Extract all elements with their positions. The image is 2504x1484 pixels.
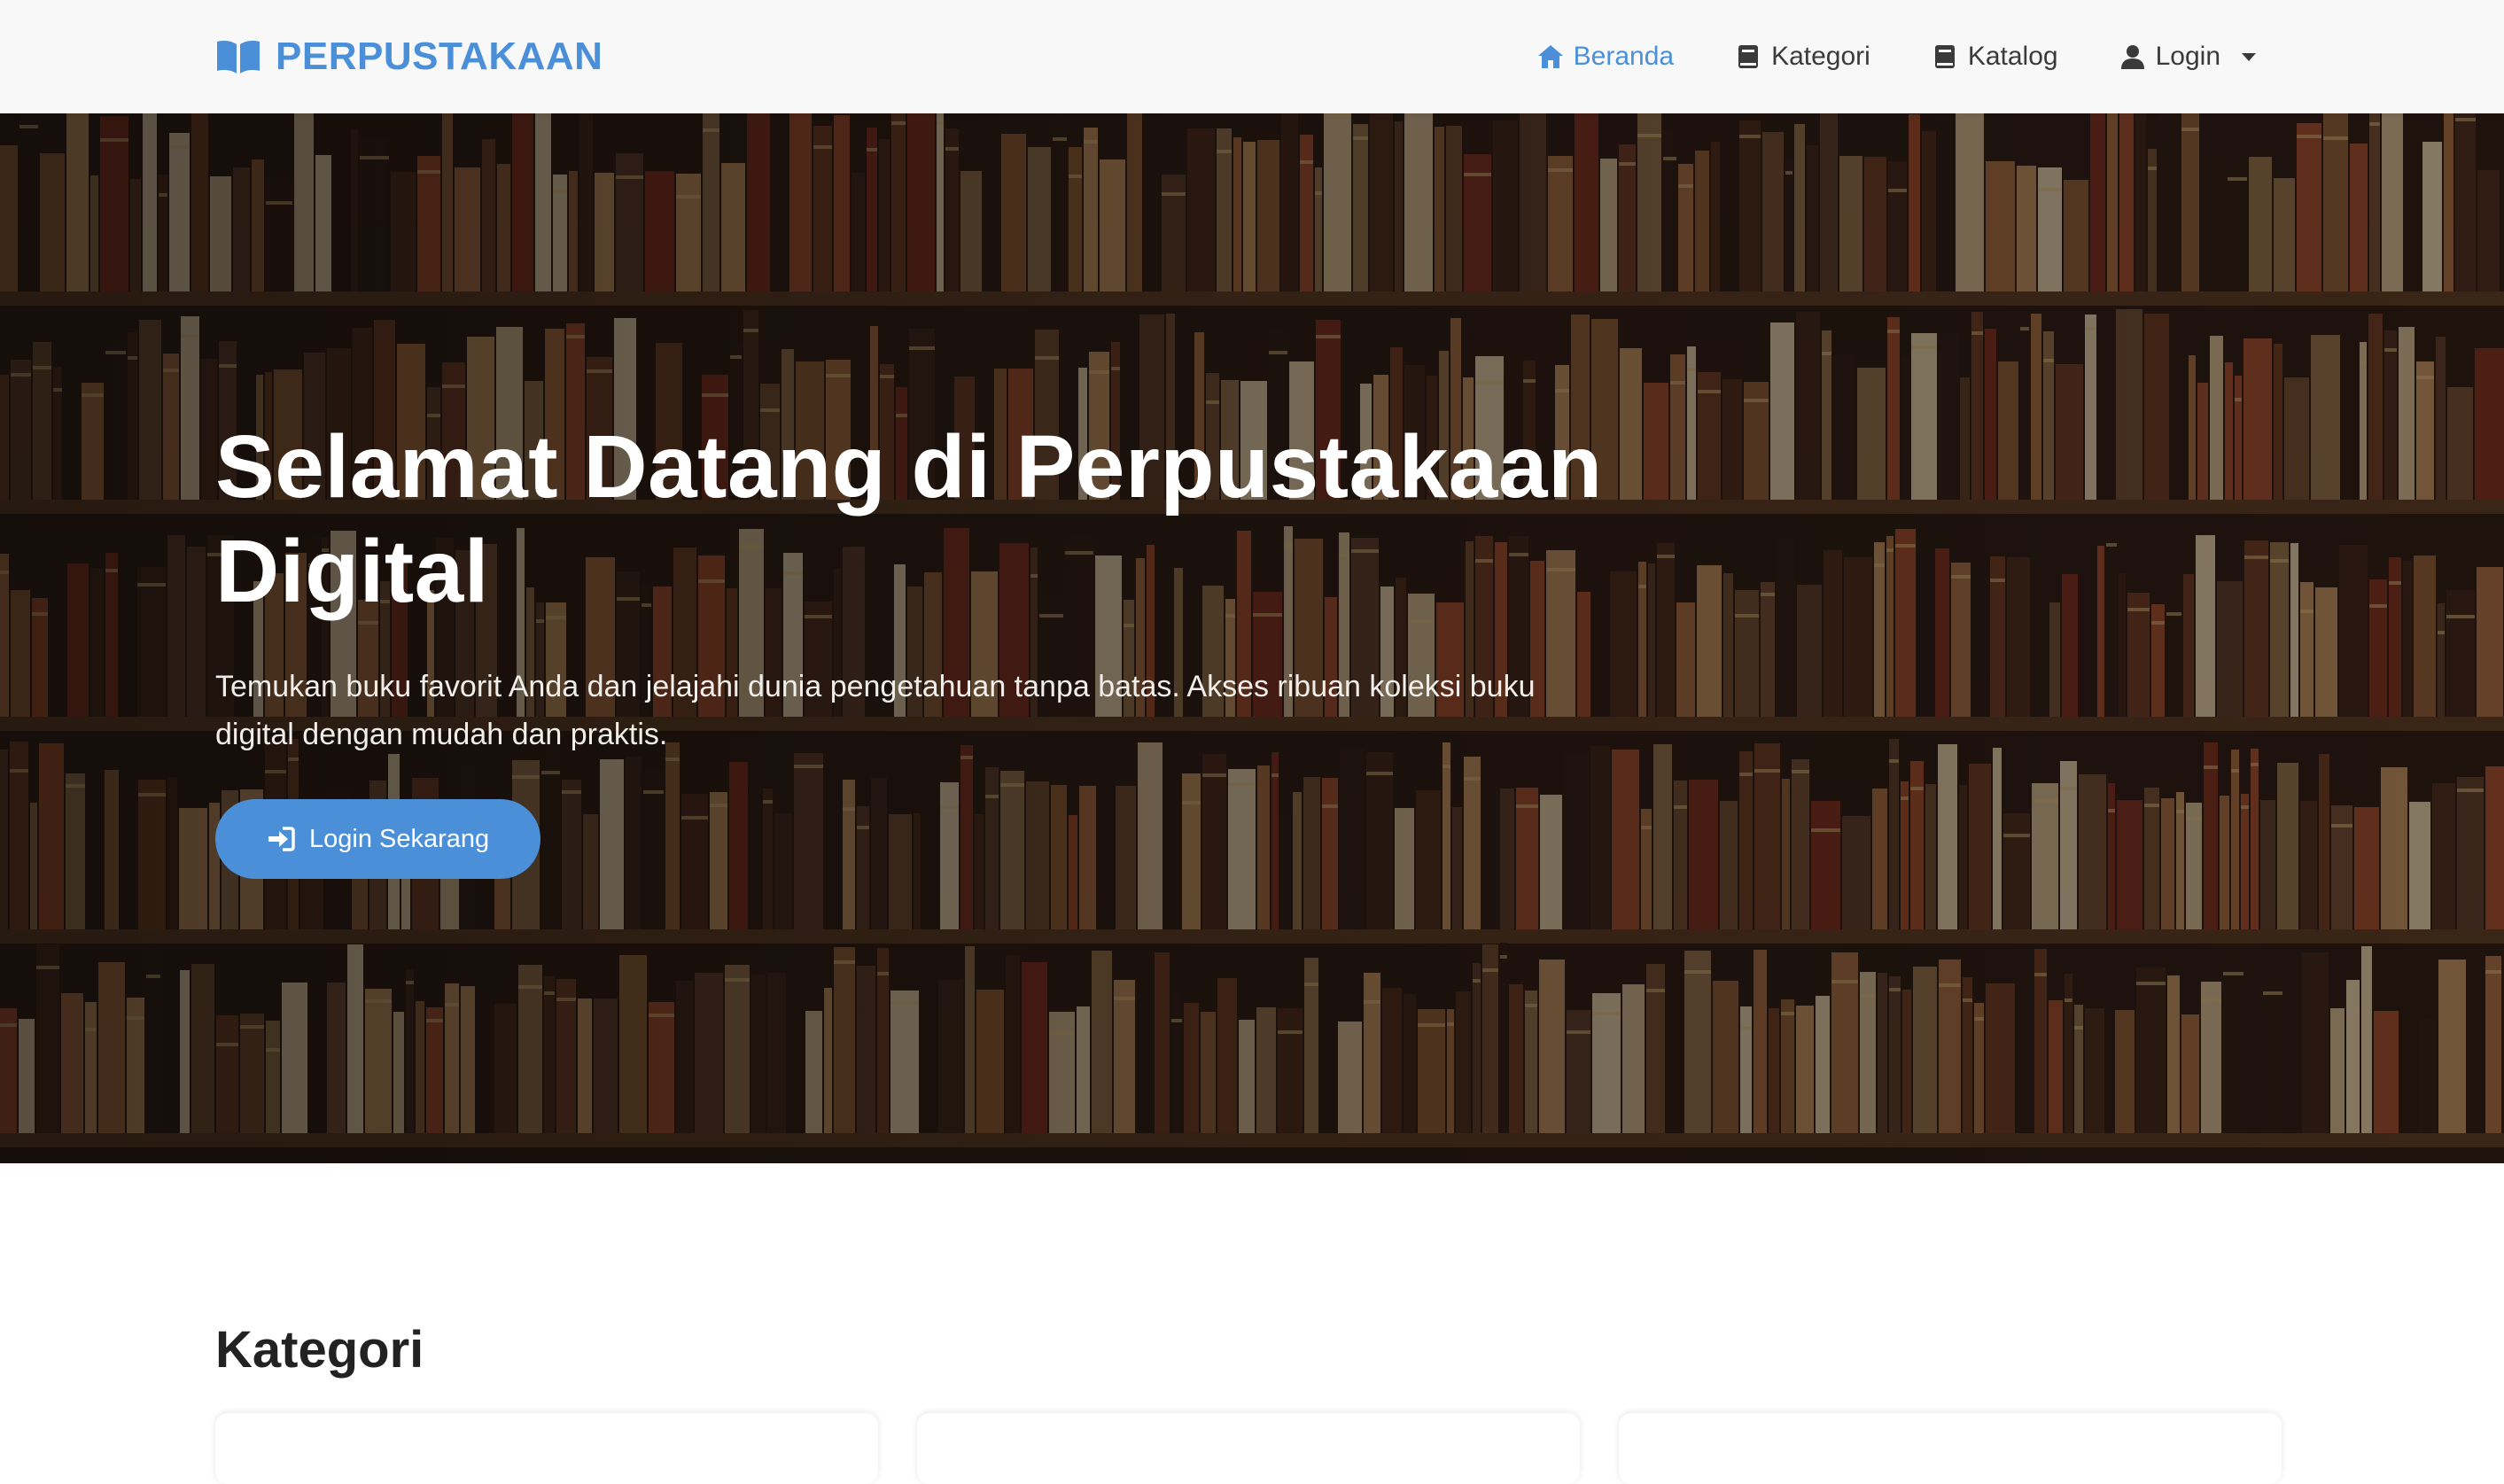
home-icon [1537,45,1563,68]
brand-link[interactable]: PERPUSTAKAAN [215,30,603,83]
hero-description: Temukan buku favorit Anda dan jelajahi d… [215,670,1536,751]
sign-in-icon [268,827,295,851]
kategori-title: Kategori [215,1321,424,1379]
hero-content: Selamat Datang di Perpustakaan Digital T… [215,415,1651,879]
nav-link-beranda[interactable]: Beranda [1536,42,1674,72]
nav-link-kategori[interactable]: Kategori [1734,42,1870,72]
nav-link-label: Login [2155,42,2220,71]
hero-title: Selamat Datang di Perpustakaan Digital [215,417,1603,621]
brand-text: PERPUSTAKAAN [276,35,603,78]
book-open-icon [217,41,260,74]
nav-link-label: Beranda [1573,42,1675,71]
user-icon [2120,45,2144,69]
kategori-card[interactable] [917,1413,1580,1484]
chevron-down-icon [2242,52,2256,61]
kategori-card[interactable] [1619,1413,2282,1484]
book-icon [1738,45,1759,68]
nav-link-katalog[interactable]: Katalog [1931,42,2058,72]
kategori-cards [215,1413,2282,1484]
login-now-button[interactable]: Login Sekarang [215,799,541,879]
nav-link-label: Kategori [1771,42,1870,71]
nav-links: Beranda Kategori Katalog Login [1536,34,2256,80]
nav-link-label: Katalog [1967,42,2058,71]
navbar: PERPUSTAKAAN Beranda Kategori Katalog Lo… [0,0,2504,113]
kategori-card[interactable] [215,1413,878,1484]
book-icon [1934,45,1955,68]
login-now-label: Login Sekarang [309,824,490,853]
hero-section: Selamat Datang di Perpustakaan Digital T… [0,113,2504,1163]
nav-link-login-dropdown[interactable]: Login [2119,42,2256,72]
